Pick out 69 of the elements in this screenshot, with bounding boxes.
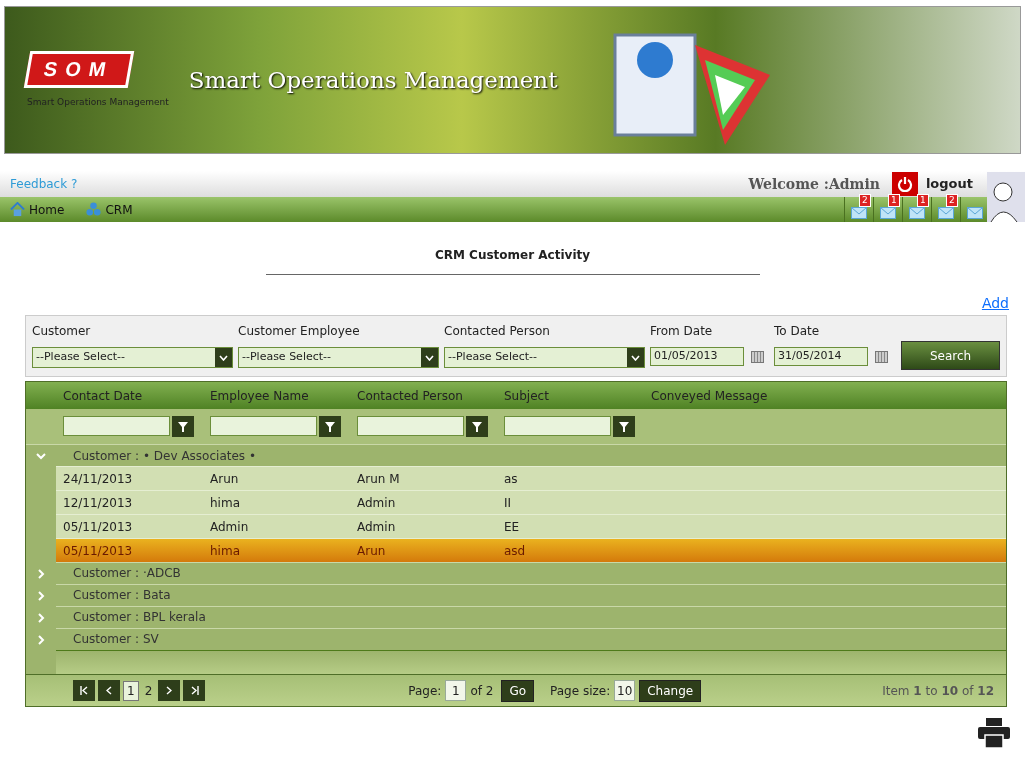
last-page-icon[interactable]	[183, 680, 206, 701]
dropdown[interactable]: --Please Select--	[238, 347, 439, 368]
column-header[interactable]: Conveyed Message	[651, 386, 798, 405]
page-count: of 2	[470, 682, 494, 700]
count-badge: 1	[888, 194, 900, 207]
page-link[interactable]: 2	[141, 681, 156, 700]
calendar-icon[interactable]	[875, 350, 888, 363]
house-icon	[10, 202, 25, 217]
mail-icon[interactable]	[967, 207, 983, 219]
page-size-label: Page size:	[550, 682, 611, 700]
field-label: From Date	[650, 323, 714, 340]
power-icon[interactable]	[891, 172, 918, 196]
caret-icon	[421, 348, 438, 367]
filter-icon[interactable]	[466, 416, 488, 437]
column-header[interactable]: Subject	[504, 386, 651, 405]
mail-icon[interactable]	[938, 207, 954, 219]
mail-icon[interactable]	[851, 207, 867, 219]
welcome-text: Welcome :Admin	[748, 176, 880, 192]
previous-page-icon[interactable]	[98, 680, 120, 701]
app-title: Smart Operations Management	[188, 67, 558, 93]
logo: SOM	[23, 50, 134, 88]
page-link[interactable]: 1	[123, 680, 139, 701]
field-label: Customer	[32, 323, 92, 340]
logo-caption: Smart Operations Management	[27, 95, 169, 109]
item-summary: Item 1 to 10 of 12	[882, 682, 994, 700]
date-field[interactable]: 01/05/2013	[650, 347, 744, 366]
table-row[interactable]: 05/11/2013 Admin Admin EE	[56, 514, 1006, 538]
page-field[interactable]: 1	[445, 680, 467, 701]
column-header[interactable]: Contact Date	[63, 386, 210, 405]
table-row[interactable]: 05/11/2013 hima Arun asd	[56, 538, 1006, 562]
printer-icon[interactable]	[978, 718, 1010, 748]
nav-item[interactable]: Home	[10, 200, 65, 219]
calendar-icon[interactable]	[751, 350, 764, 363]
column-header[interactable]: Contacted Person	[357, 386, 504, 405]
page-title: CRM Customer Activity	[433, 247, 592, 264]
count-badge: 2	[859, 194, 871, 207]
filter-field[interactable]	[210, 416, 317, 436]
nav-item[interactable]: CRM	[86, 200, 133, 219]
count-badge: 2	[946, 194, 958, 207]
count-badge: 1	[917, 194, 929, 207]
cluster-icon	[86, 202, 102, 217]
page-label: Page:	[408, 682, 442, 700]
table-row[interactable]: 24/11/2013 Arun Arun M as	[56, 466, 1006, 490]
field-label: Customer Employee	[238, 323, 361, 340]
dropdown[interactable]: --Please Select--	[444, 347, 645, 368]
add-link[interactable]: Add	[981, 295, 1009, 311]
caret-icon	[215, 348, 232, 367]
logout-link[interactable]: logout	[925, 174, 973, 194]
filter-field[interactable]	[63, 416, 170, 436]
column-header[interactable]: Employee Name	[210, 386, 357, 405]
date-field[interactable]: 31/05/2014	[774, 347, 868, 366]
go-button[interactable]: Go	[501, 679, 535, 702]
field-label: To Date	[774, 323, 821, 340]
caret-icon	[627, 348, 644, 367]
filter-icon[interactable]	[319, 416, 341, 437]
mail-icon[interactable]	[880, 207, 896, 219]
search-button[interactable]: Search	[901, 341, 1000, 370]
dropdown[interactable]: --Please Select--	[32, 347, 233, 368]
table-row[interactable]: 12/11/2013 hima Admin II	[56, 490, 1006, 514]
field-label: Contacted Person	[444, 323, 551, 340]
first-page-icon[interactable]	[73, 680, 95, 701]
next-page-icon[interactable]	[158, 680, 181, 701]
page-size-field[interactable]: 10	[614, 680, 636, 701]
filter-field[interactable]	[357, 416, 464, 436]
mail-icon[interactable]	[909, 207, 925, 219]
filter-field[interactable]	[504, 416, 611, 436]
filter-icon[interactable]	[172, 416, 194, 437]
change-button[interactable]: Change	[639, 679, 702, 702]
filter-icon[interactable]	[613, 416, 635, 437]
